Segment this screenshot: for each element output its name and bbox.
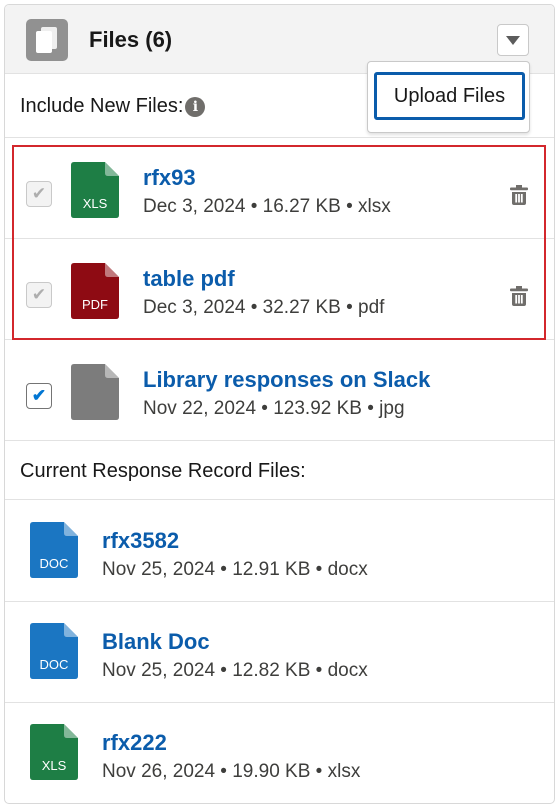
files-card: Files (6) Upload Files Include New Files… — [4, 4, 555, 804]
divider — [5, 137, 554, 138]
include-new-files-label: Include New Files: i — [20, 95, 206, 118]
file-name-link[interactable]: rfx3582 — [102, 528, 179, 554]
new-file-row: ✔ PDF table pdf Dec 3, 2024 • 32.27 KB • pd… — [5, 241, 554, 341]
file-meta: Nov 25, 2024 • 12.82 KB • docx — [102, 660, 368, 681]
file-name-link[interactable]: rfx222 — [102, 730, 167, 756]
new-file-row: ✔ XLS rfx93 Dec 3, 2024 • 16.27 KB • xlsx — [5, 140, 554, 240]
divider — [5, 440, 554, 441]
file-meta: Nov 25, 2024 • 12.91 KB • docx — [102, 559, 368, 580]
include-file-checkbox: ✔ — [26, 282, 52, 308]
file-type-label: XLS — [82, 196, 108, 211]
divider — [5, 339, 554, 340]
file-meta: Dec 3, 2024 • 32.27 KB • pdf — [143, 297, 385, 318]
file-type-icon: XLS — [30, 724, 78, 780]
file-type-icon: XLS — [71, 162, 119, 218]
file-name-link[interactable]: Library responses on Slack — [143, 367, 430, 393]
info-icon[interactable]: i — [185, 96, 206, 117]
file-meta: Nov 26, 2024 • 19.90 KB • xlsx — [102, 761, 361, 782]
file-type-label: DOC — [39, 657, 69, 672]
chevron-down-icon — [506, 36, 520, 45]
file-type-icon: DOC — [30, 623, 78, 679]
include-file-checkbox[interactable]: ✔ — [26, 383, 52, 409]
file-name-link[interactable]: table pdf — [143, 266, 235, 292]
current-file-row: DOC rfx3582 Nov 25, 2024 • 12.91 KB • docx — [5, 500, 554, 600]
file-name-link[interactable]: Blank Doc — [102, 629, 210, 655]
files-icon — [26, 19, 68, 61]
current-file-row: XLS rfx222 Nov 26, 2024 • 19.90 KB • xlsx — [5, 702, 554, 802]
file-type-label: XLS — [41, 758, 67, 773]
file-type-icon: DOC — [30, 522, 78, 578]
file-type-icon: PDF — [71, 263, 119, 319]
file-meta: Nov 22, 2024 • 123.92 KB • jpg — [143, 398, 405, 419]
new-file-row: ✔ Library responses on Slack Nov 22, 2024 … — [5, 342, 554, 442]
card-title: Files (6) — [89, 27, 173, 52]
file-type-label: PDF — [82, 297, 108, 312]
current-files-label: Current Response Record Files: — [20, 460, 306, 482]
divider — [5, 238, 554, 239]
upload-files-menu-item[interactable]: Upload Files — [374, 72, 525, 120]
current-file-row: DOC Blank Doc Nov 25, 2024 • 12.82 KB • do… — [5, 601, 554, 701]
file-name-link[interactable]: rfx93 — [143, 165, 196, 191]
file-type-label: DOC — [39, 556, 69, 571]
file-type-icon — [71, 364, 119, 420]
include-file-checkbox: ✔ — [26, 181, 52, 207]
upload-menu: Upload Files — [367, 61, 530, 133]
header-menu-button[interactable] — [497, 24, 529, 56]
file-meta: Dec 3, 2024 • 16.27 KB • xlsx — [143, 196, 391, 217]
include-new-files-text: Include New Files: — [20, 95, 184, 117]
delete-icon[interactable] — [508, 184, 530, 206]
delete-icon[interactable] — [508, 285, 530, 307]
